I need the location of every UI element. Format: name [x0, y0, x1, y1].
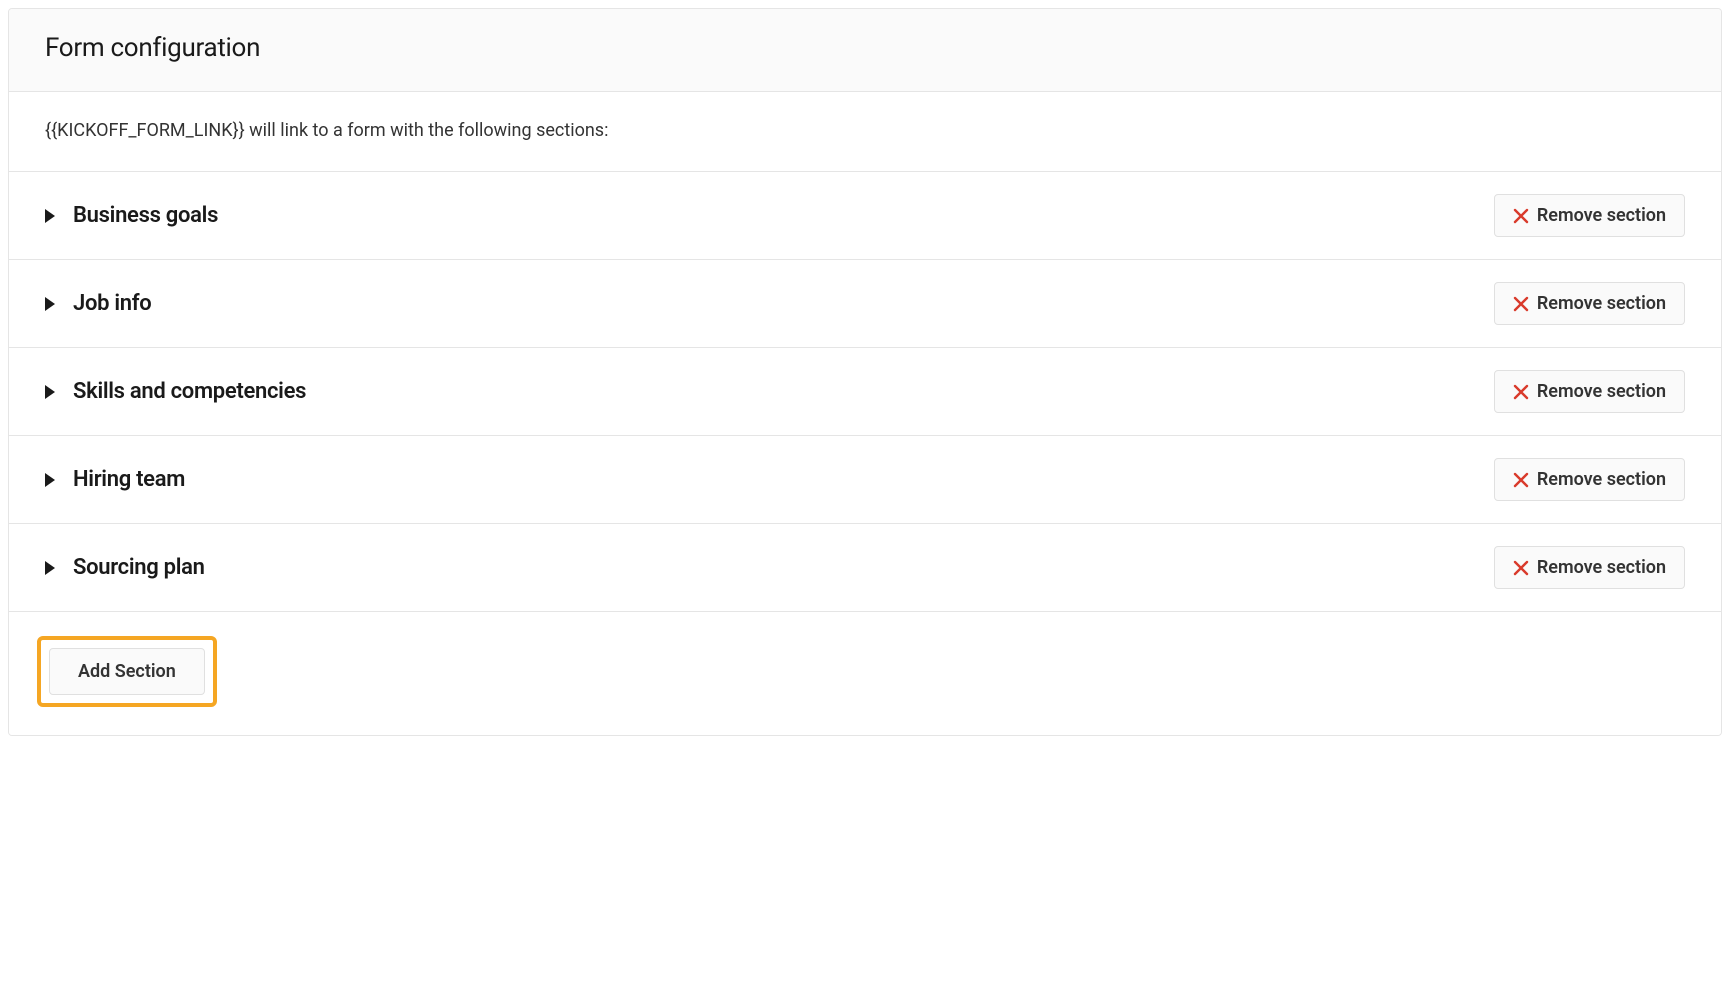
remove-section-label: Remove section [1537, 381, 1666, 402]
remove-section-button[interactable]: Remove section [1494, 370, 1685, 413]
remove-section-label: Remove section [1537, 205, 1666, 226]
panel-header: Form configuration [9, 9, 1721, 92]
remove-section-label: Remove section [1537, 557, 1666, 578]
remove-section-button[interactable]: Remove section [1494, 194, 1685, 237]
section-label: Job info [73, 291, 151, 316]
section-row-skills-competencies: Skills and competencies Remove section [9, 348, 1721, 436]
form-configuration-panel: Form configuration {{KICKOFF_FORM_LINK}}… [8, 8, 1722, 736]
section-label: Hiring team [73, 467, 185, 492]
expand-collapse-icon [45, 297, 55, 311]
section-row-business-goals: Business goals Remove section [9, 172, 1721, 260]
section-toggle[interactable]: Sourcing plan [45, 555, 205, 580]
section-toggle[interactable]: Business goals [45, 203, 218, 228]
expand-collapse-icon [45, 561, 55, 575]
expand-collapse-icon [45, 385, 55, 399]
panel-title: Form configuration [45, 33, 1685, 63]
close-x-icon [1513, 208, 1529, 224]
section-toggle[interactable]: Job info [45, 291, 151, 316]
close-x-icon [1513, 296, 1529, 312]
section-row-sourcing-plan: Sourcing plan Remove section [9, 524, 1721, 612]
add-section-highlight: Add Section [37, 636, 217, 707]
section-row-hiring-team: Hiring team Remove section [9, 436, 1721, 524]
section-label: Skills and competencies [73, 379, 306, 404]
close-x-icon [1513, 560, 1529, 576]
close-x-icon [1513, 472, 1529, 488]
panel-footer: Add Section [9, 612, 1721, 735]
remove-section-label: Remove section [1537, 469, 1666, 490]
remove-section-button[interactable]: Remove section [1494, 458, 1685, 501]
section-toggle[interactable]: Hiring team [45, 467, 185, 492]
section-toggle[interactable]: Skills and competencies [45, 379, 306, 404]
intro-text: {{KICKOFF_FORM_LINK}} will link to a for… [9, 92, 1721, 172]
expand-collapse-icon [45, 473, 55, 487]
remove-section-button[interactable]: Remove section [1494, 546, 1685, 589]
section-label: Sourcing plan [73, 555, 205, 580]
section-label: Business goals [73, 203, 218, 228]
section-row-job-info: Job info Remove section [9, 260, 1721, 348]
expand-collapse-icon [45, 209, 55, 223]
remove-section-label: Remove section [1537, 293, 1666, 314]
remove-section-button[interactable]: Remove section [1494, 282, 1685, 325]
add-section-button[interactable]: Add Section [49, 648, 205, 695]
close-x-icon [1513, 384, 1529, 400]
